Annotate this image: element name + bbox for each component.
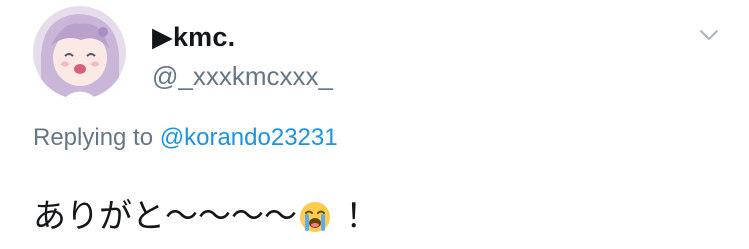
tweet-text-main: ありがと〜〜〜〜: [33, 196, 297, 235]
loudly-crying-face-icon: [299, 201, 331, 242]
replying-to-line: Replying to @korando23231: [33, 124, 338, 152]
author-display-name[interactable]: ▶kmc.: [152, 22, 235, 52]
author-avatar[interactable]: [33, 6, 126, 99]
tweet-text: ありがと〜〜〜〜 ！: [33, 196, 379, 242]
reply-mention-link[interactable]: @korando23231: [160, 124, 338, 151]
replying-to-label: Replying to: [33, 124, 154, 151]
chevron-down-icon[interactable]: [696, 22, 722, 48]
tweet-text-tail: ！: [335, 196, 379, 235]
author-handle[interactable]: @_xxxkmcxxx_: [152, 61, 333, 91]
